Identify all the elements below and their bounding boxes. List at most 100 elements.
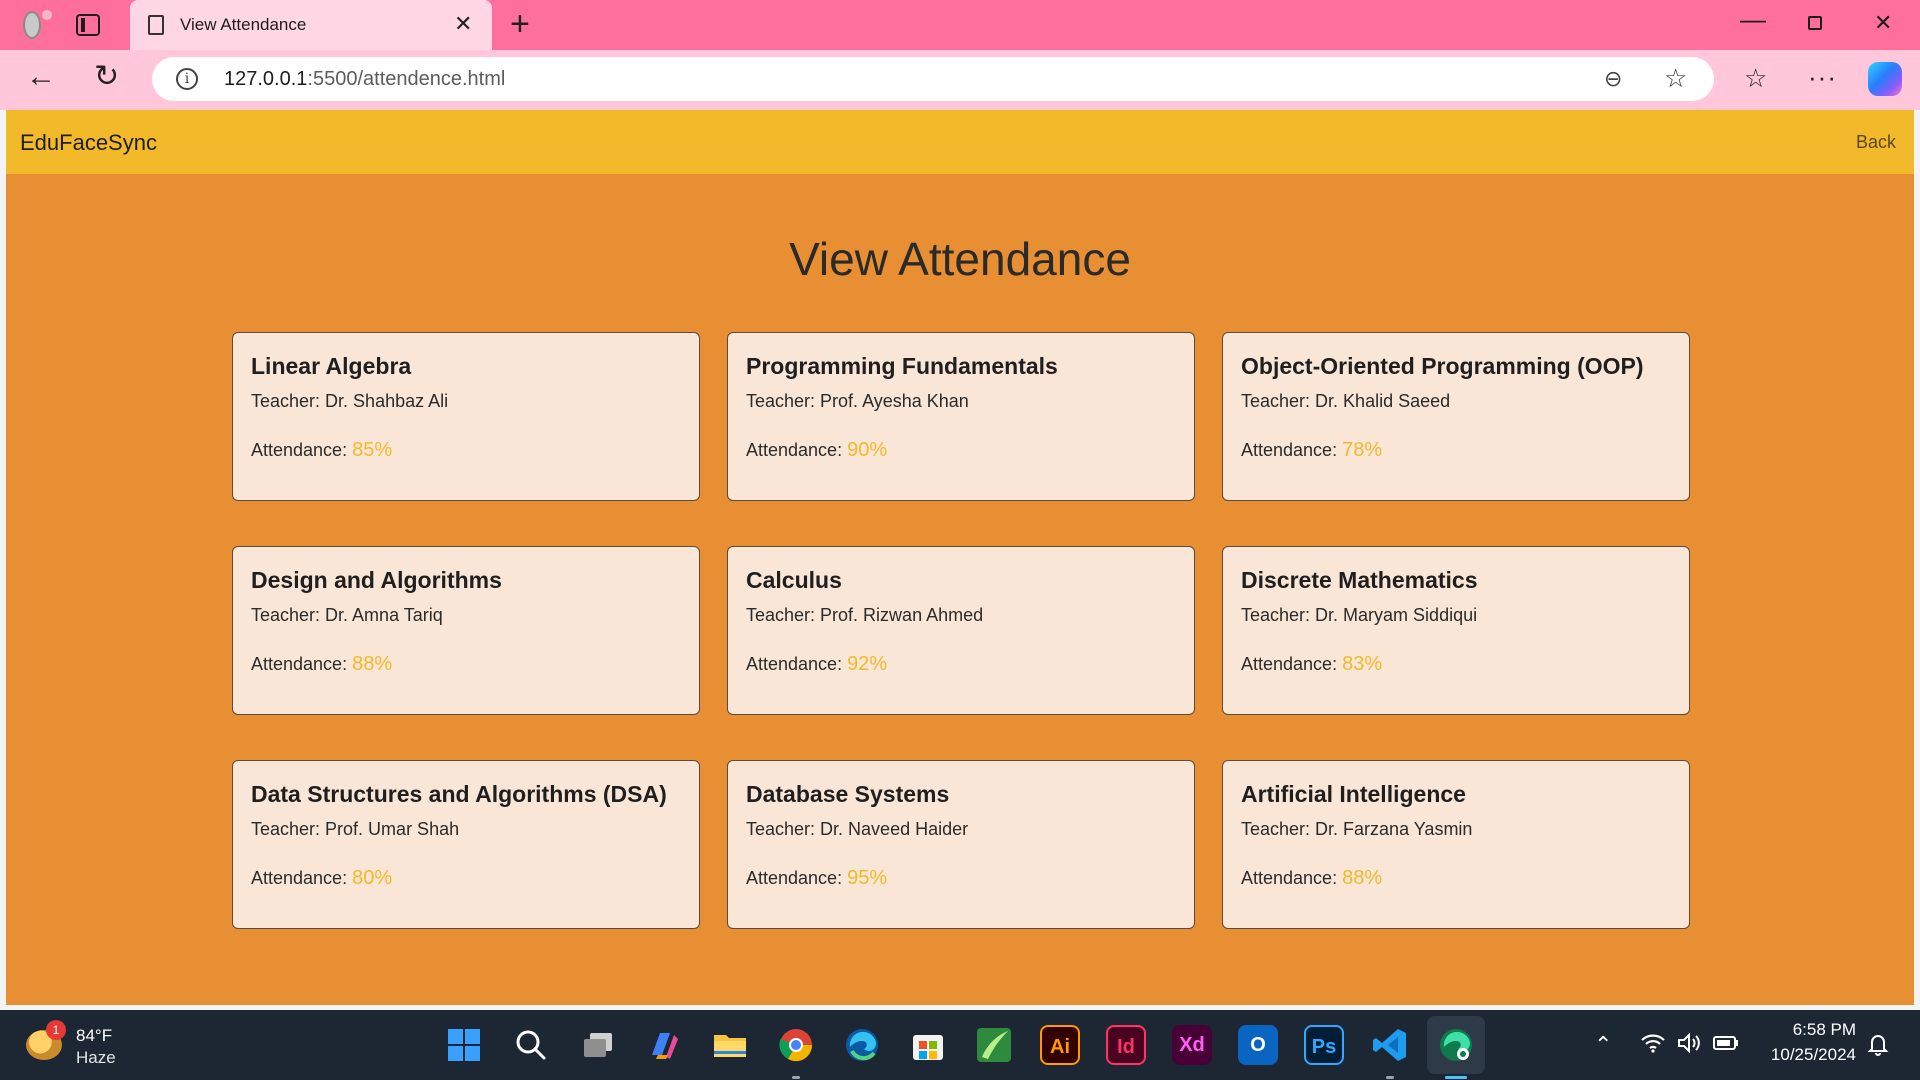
edge-dev-icon[interactable] bbox=[1427, 1016, 1485, 1074]
zoom-out-icon[interactable]: ⊖ bbox=[1604, 66, 1622, 92]
course-title: Design and Algorithms bbox=[251, 567, 502, 593]
course-teacher: Teacher: Dr. Shahbaz Ali bbox=[251, 391, 448, 412]
course-teacher: Teacher: Dr. Farzana Yasmin bbox=[1241, 819, 1472, 840]
task-view-icon[interactable] bbox=[578, 1025, 618, 1065]
wifi-icon[interactable] bbox=[1640, 1032, 1666, 1060]
teacher-name: Dr. Maryam Siddiqui bbox=[1315, 605, 1478, 625]
photoshop-icon[interactable]: Ps bbox=[1304, 1025, 1344, 1065]
teacher-label: Teacher: bbox=[251, 819, 326, 839]
course-teacher: Teacher: Prof. Ayesha Khan bbox=[746, 391, 969, 412]
browser-tab-strip: View Attendance ✕ + — ✕ bbox=[0, 0, 1920, 50]
back-arrow-icon[interactable]: ← bbox=[26, 62, 56, 92]
close-tab-icon[interactable]: ✕ bbox=[454, 11, 472, 37]
course-attendance: Attendance: 92% bbox=[746, 653, 887, 676]
brand-logo-text[interactable]: EduFaceSync bbox=[20, 130, 157, 156]
site-navbar: EduFaceSync Back bbox=[6, 110, 1914, 174]
attendance-value: 88% bbox=[352, 653, 393, 675]
url-host: 127.0.0.1 bbox=[224, 68, 308, 90]
teacher-label: Teacher: bbox=[251, 391, 326, 411]
illustrator-icon[interactable]: Ai bbox=[1040, 1025, 1080, 1065]
course-card: Data Structures and Algorithms (DSA) Tea… bbox=[232, 760, 700, 929]
copilot-icon[interactable] bbox=[644, 1025, 684, 1065]
attendance-label: Attendance: bbox=[1241, 868, 1343, 888]
teacher-label: Teacher: bbox=[251, 605, 326, 625]
favorites-icon[interactable]: ☆ bbox=[1744, 63, 1767, 94]
course-title: Calculus bbox=[746, 567, 842, 593]
course-card: Programming Fundamentals Teacher: Prof. … bbox=[727, 332, 1195, 501]
chrome-icon[interactable] bbox=[776, 1025, 816, 1065]
attendance-label: Attendance: bbox=[251, 654, 353, 674]
xd-icon[interactable]: Xd bbox=[1172, 1025, 1212, 1065]
address-bar[interactable]: i 127.0.0.1:5500/attendence.html ⊖ ☆ bbox=[152, 57, 1714, 101]
teacher-name: Prof. Umar Shah bbox=[325, 819, 460, 839]
back-link[interactable]: Back bbox=[1856, 132, 1896, 153]
course-teacher: Teacher: Dr. Naveed Haider bbox=[746, 819, 968, 840]
course-attendance: Attendance: 90% bbox=[746, 439, 887, 462]
new-tab-icon[interactable]: + bbox=[510, 7, 530, 41]
profile-icon[interactable] bbox=[14, 8, 52, 42]
favorite-star-icon[interactable]: ☆ bbox=[1664, 63, 1687, 94]
attendance-label: Attendance: bbox=[1241, 440, 1343, 460]
weather-widget[interactable]: 1 84°F Haze bbox=[26, 1020, 146, 1068]
outlook-icon[interactable]: O bbox=[1238, 1025, 1278, 1065]
clock-time[interactable]: 6:58 PM bbox=[1760, 1020, 1856, 1040]
tab-view-attendance[interactable]: View Attendance ✕ bbox=[130, 0, 492, 50]
search-icon[interactable] bbox=[511, 1025, 551, 1065]
course-card: Calculus Teacher: Prof. Rizwan Ahmed Att… bbox=[727, 546, 1195, 715]
battery-icon[interactable] bbox=[1712, 1032, 1740, 1060]
weather-temperature: 84°F bbox=[76, 1026, 113, 1045]
tab-actions-icon[interactable] bbox=[76, 14, 100, 36]
attendance-label: Attendance: bbox=[746, 654, 848, 674]
teacher-name: Dr. Naveed Haider bbox=[820, 819, 969, 839]
course-teacher: Teacher: Dr. Amna Tariq bbox=[251, 605, 443, 626]
copilot-icon[interactable] bbox=[1868, 62, 1902, 96]
teacher-name: Dr. Amna Tariq bbox=[325, 605, 443, 625]
course-attendance: Attendance: 95% bbox=[746, 867, 887, 890]
course-teacher: Teacher: Dr. Khalid Saeed bbox=[1241, 391, 1450, 412]
address-toolbar: ← ↻ i 127.0.0.1:5500/attendence.html ⊖ ☆… bbox=[0, 50, 1920, 110]
file-explorer-icon[interactable] bbox=[710, 1025, 750, 1065]
start-icon[interactable] bbox=[444, 1025, 484, 1065]
attendance-value: 83% bbox=[1342, 653, 1383, 675]
volume-icon[interactable] bbox=[1676, 1032, 1702, 1060]
more-options-icon[interactable]: ··· bbox=[1808, 62, 1837, 93]
weather-condition: Haze bbox=[76, 1048, 116, 1067]
edge-icon[interactable] bbox=[842, 1025, 882, 1065]
coreldraw-icon[interactable] bbox=[974, 1025, 1014, 1065]
teacher-label: Teacher: bbox=[1241, 819, 1316, 839]
minimize-icon[interactable]: — bbox=[1740, 4, 1766, 35]
teacher-label: Teacher: bbox=[1241, 391, 1316, 411]
course-teacher: Teacher: Prof. Umar Shah bbox=[251, 819, 459, 840]
course-title: Discrete Mathematics bbox=[1241, 567, 1478, 593]
notification-bell-icon[interactable] bbox=[1866, 1032, 1890, 1062]
attendance-label: Attendance: bbox=[251, 440, 353, 460]
clock-date[interactable]: 10/25/2024 bbox=[1750, 1045, 1856, 1065]
tab-title: View Attendance bbox=[180, 15, 307, 34]
teacher-label: Teacher: bbox=[746, 391, 821, 411]
teacher-name: Prof. Ayesha Khan bbox=[820, 391, 969, 411]
restore-icon[interactable] bbox=[1808, 10, 1822, 36]
url-text[interactable]: 127.0.0.1:5500/attendence.html bbox=[224, 68, 505, 91]
reload-icon[interactable]: ↻ bbox=[94, 62, 119, 92]
teacher-name: Prof. Rizwan Ahmed bbox=[820, 605, 984, 625]
url-path: :5500/attendence.html bbox=[307, 68, 506, 90]
teacher-name: Dr. Shahbaz Ali bbox=[325, 391, 449, 411]
course-title: Programming Fundamentals bbox=[746, 353, 1058, 379]
close-window-icon[interactable]: ✕ bbox=[1874, 10, 1892, 36]
teacher-name: Dr. Farzana Yasmin bbox=[1315, 819, 1473, 839]
store-icon[interactable] bbox=[908, 1025, 948, 1065]
course-teacher: Teacher: Prof. Rizwan Ahmed bbox=[746, 605, 983, 626]
course-title: Linear Algebra bbox=[251, 353, 412, 379]
site-info-icon[interactable]: i bbox=[176, 68, 198, 90]
chevron-up-icon[interactable]: ⌃ bbox=[1594, 1032, 1612, 1058]
course-title: Object-Oriented Programming (OOP) bbox=[1241, 353, 1644, 379]
course-title: Data Structures and Algorithms (DSA) bbox=[251, 781, 667, 807]
weather-badge: 1 bbox=[46, 1020, 66, 1040]
attendance-value: 78% bbox=[1342, 439, 1383, 461]
vscode-icon[interactable] bbox=[1370, 1025, 1410, 1065]
attendance-value: 95% bbox=[847, 867, 888, 889]
course-card: Database Systems Teacher: Dr. Naveed Hai… bbox=[727, 760, 1195, 929]
page-body: EduFaceSync Back View Attendance Linear … bbox=[6, 110, 1914, 1005]
course-card: Object-Oriented Programming (OOP) Teache… bbox=[1222, 332, 1690, 501]
indesign-icon[interactable]: Id bbox=[1106, 1025, 1146, 1065]
